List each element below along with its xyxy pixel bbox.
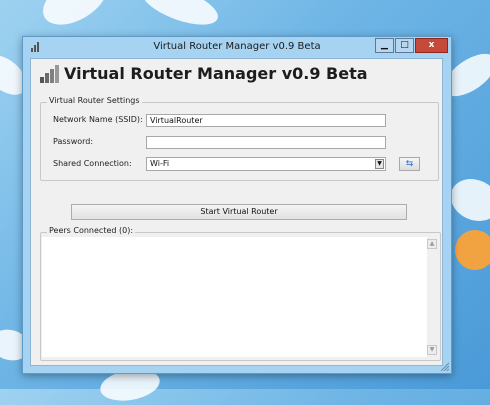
shared-connection-select[interactable]: Wi-Fi ▼ [146, 157, 386, 171]
start-router-button[interactable]: Start Virtual Router [71, 204, 407, 220]
settings-legend: Virtual Router Settings [47, 96, 142, 105]
flower-petal [34, 0, 116, 35]
chevron-down-icon[interactable]: ▼ [375, 159, 384, 169]
maximize-button[interactable]: □ [395, 38, 414, 53]
app-window: Virtual Router Manager v0.9 Beta ▁ □ x V… [22, 36, 452, 374]
password-input[interactable] [146, 136, 386, 149]
peers-legend: Peers Connected (0): [47, 226, 136, 235]
password-label: Password: [53, 137, 94, 146]
peers-scrollbar[interactable]: ▲ ▼ [427, 237, 437, 357]
ssid-label: Network Name (SSID): [53, 115, 143, 124]
refresh-button[interactable]: ⇆ [399, 157, 420, 171]
scroll-down-button[interactable]: ▼ [427, 345, 437, 355]
peers-list[interactable]: ▲ ▼ [42, 237, 437, 357]
signal-bars-icon [40, 65, 59, 83]
title-bar[interactable]: Virtual Router Manager v0.9 Beta ▁ □ x [23, 37, 451, 57]
page-title: Virtual Router Manager v0.9 Beta [64, 64, 368, 83]
shared-connection-label: Shared Connection: [53, 159, 132, 168]
flower-center [455, 230, 490, 270]
ssid-input[interactable]: VirtualRouter [146, 114, 386, 127]
minimize-button[interactable]: ▁ [375, 38, 394, 53]
peers-group: Peers Connected (0): ▲ ▼ [40, 226, 441, 361]
resize-grip-icon[interactable] [440, 362, 449, 371]
client-area: Virtual Router Manager v0.9 Beta Virtual… [30, 58, 443, 366]
scroll-up-button[interactable]: ▲ [427, 239, 437, 249]
close-button[interactable]: x [415, 38, 448, 53]
shared-connection-value: Wi-Fi [150, 159, 170, 168]
settings-group: Virtual Router Settings Network Name (SS… [40, 96, 439, 181]
refresh-icon: ⇆ [405, 159, 414, 169]
flower-petal [137, 0, 223, 33]
